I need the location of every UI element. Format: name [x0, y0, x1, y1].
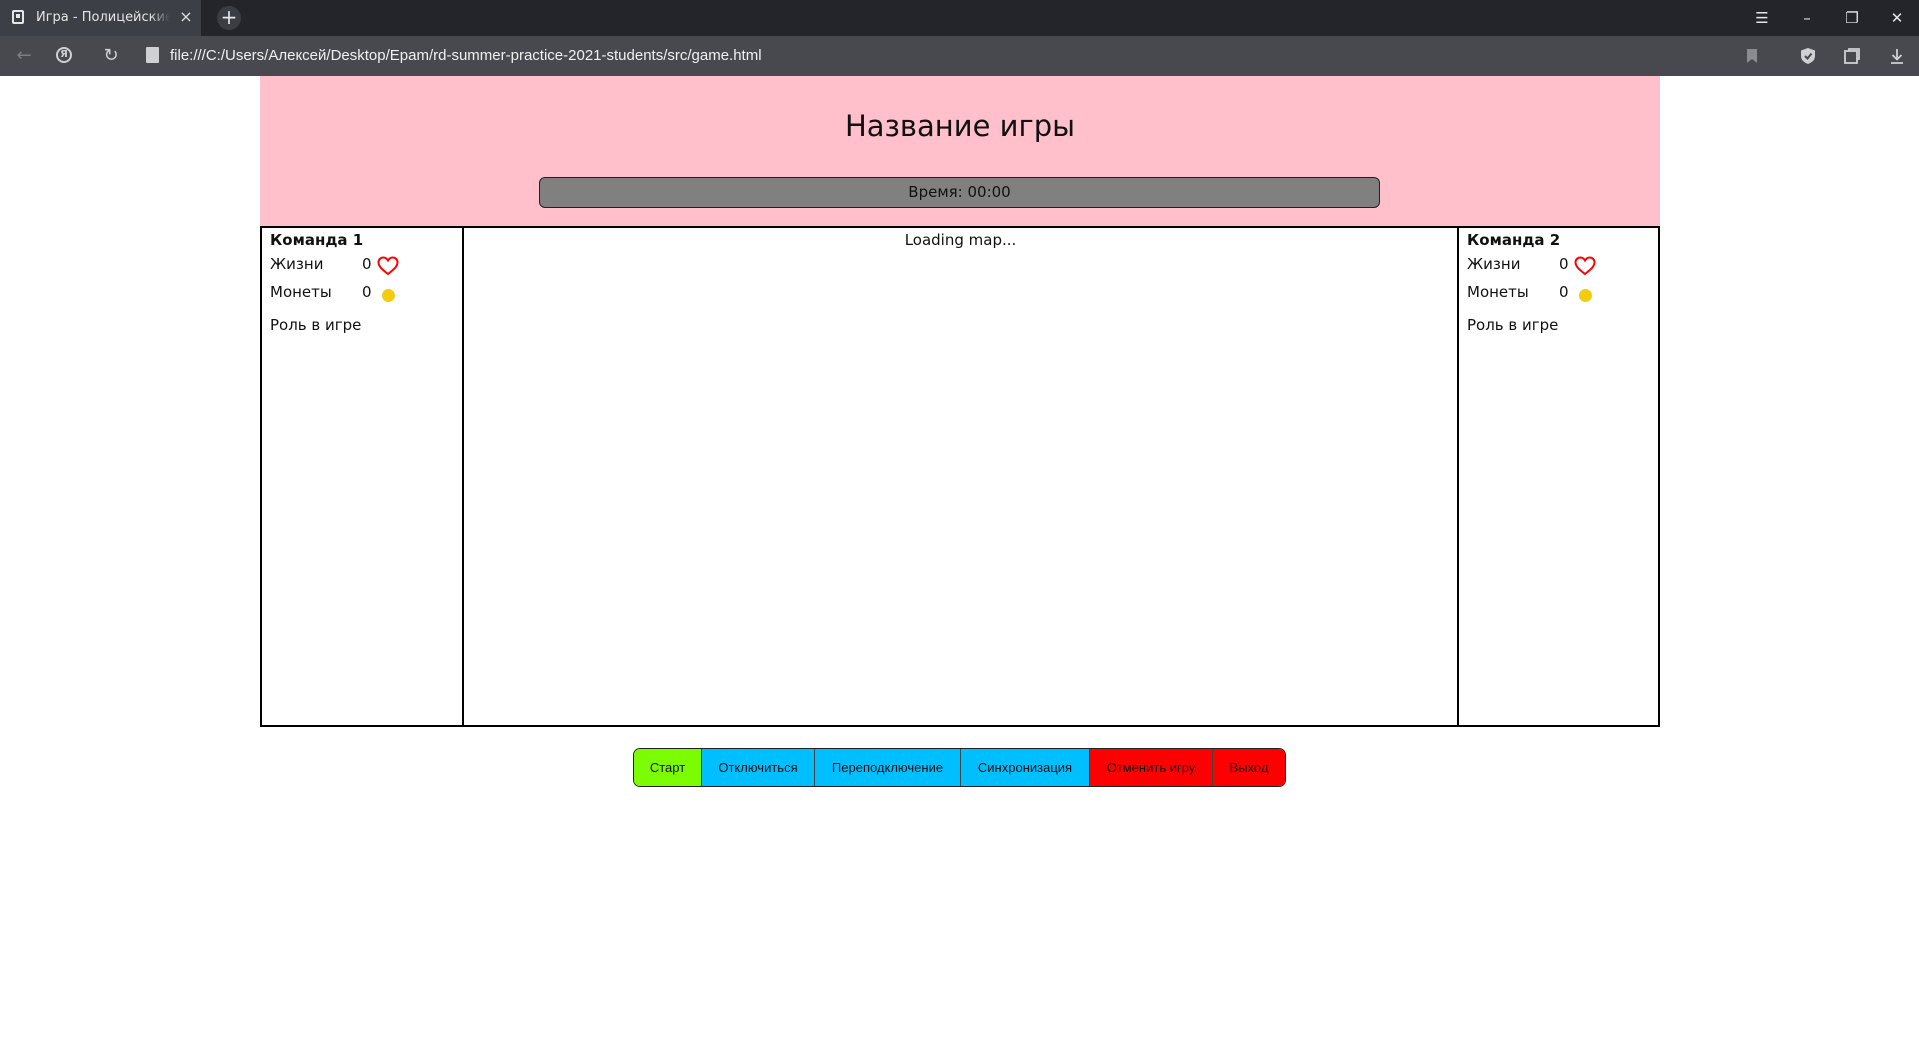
browser-tabbar: Игра - Полицейские и воры × + ☰ – ❐ ✕: [0, 0, 1919, 36]
team-1-role-label: Роль в игре: [270, 316, 362, 334]
start-button[interactable]: Старт: [634, 749, 702, 786]
page-header: Название игры Время: 00:00: [260, 76, 1660, 226]
coin-icon: [382, 289, 395, 302]
collections-icon[interactable]: [1841, 46, 1863, 66]
bookmark-icon[interactable]: [1741, 46, 1763, 66]
reload-icon[interactable]: ↻: [98, 44, 124, 68]
game-controls: Старт Отключиться Переподключение Синхро…: [633, 748, 1286, 787]
team-1-lives-value: 0: [362, 255, 372, 273]
page-favicon-icon: [12, 10, 24, 24]
page-title: Название игры: [844, 109, 1076, 143]
menu-icon[interactable]: ☰: [1747, 6, 1777, 30]
team-2-role-label: Роль в игре: [1467, 316, 1559, 334]
close-icon[interactable]: ×: [178, 8, 194, 26]
shield-icon[interactable]: [1797, 46, 1819, 66]
restore-icon[interactable]: ❐: [1837, 6, 1867, 30]
game-page: Название игры Время: 00:00 Команда 1 Жиз…: [0, 76, 1919, 1039]
yandex-icon[interactable]: Я: [56, 47, 72, 63]
file-icon: [146, 47, 159, 63]
heart-icon: [377, 256, 399, 276]
tab-title: Игра - Полицейские и воры: [36, 10, 170, 25]
team-2-lives-label: Жизни: [1467, 255, 1521, 273]
team-1-panel: Команда 1 Жизни 0 Монеты 0 Роль в игре: [262, 228, 464, 725]
map-area: Loading map...: [464, 228, 1457, 725]
team-2-name: Команда 2: [1467, 231, 1561, 249]
disconnect-button[interactable]: Отключиться: [702, 749, 815, 786]
exit-button[interactable]: Выход: [1213, 749, 1285, 786]
game-board: Команда 1 Жизни 0 Монеты 0 Роль в игре L…: [260, 226, 1660, 727]
map-loading-text: Loading map...: [904, 231, 1017, 249]
team-1-lives-label: Жизни: [270, 255, 324, 273]
browser-toolbar: ← Я ↻ file:///C:/Users/Алексей/Desktop/E…: [0, 36, 1919, 76]
coin-icon: [1579, 289, 1592, 302]
team-1-coins-value: 0: [362, 283, 372, 301]
timer-bar: Время: 00:00: [539, 177, 1380, 208]
team-1-name: Команда 1: [270, 231, 364, 249]
browser-tab[interactable]: Игра - Полицейские и воры ×: [0, 0, 201, 36]
address-bar[interactable]: file:///C:/Users/Алексей/Desktop/Epam/rd…: [170, 46, 762, 66]
minimize-icon[interactable]: –: [1792, 6, 1822, 30]
cancel-game-button[interactable]: Отменить игру: [1090, 749, 1213, 786]
team-2-lives-value: 0: [1559, 255, 1569, 273]
plus-icon[interactable]: +: [217, 6, 241, 30]
team-2-coins-value: 0: [1559, 283, 1569, 301]
back-icon[interactable]: ←: [11, 44, 37, 68]
close-window-icon[interactable]: ✕: [1882, 6, 1912, 30]
sync-button[interactable]: Синхронизация: [961, 749, 1090, 786]
team-2-panel: Команда 2 Жизни 0 Монеты 0 Роль в игре: [1457, 228, 1659, 725]
heart-icon: [1574, 256, 1596, 276]
team-1-coins-label: Монеты: [270, 283, 332, 301]
reconnect-button[interactable]: Переподключение: [815, 749, 961, 786]
team-2-coins-label: Монеты: [1467, 283, 1529, 301]
download-icon[interactable]: [1886, 46, 1908, 66]
